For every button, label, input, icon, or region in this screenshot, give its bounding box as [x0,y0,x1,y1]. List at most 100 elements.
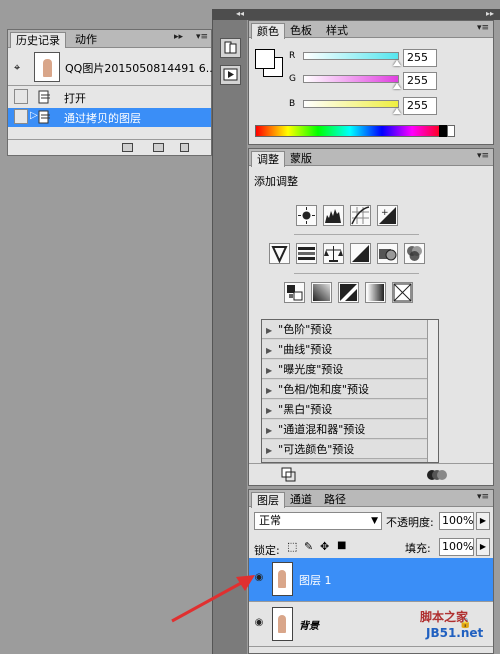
panel-menu-icon[interactable]: ▾≡ [196,32,208,42]
black-swatch[interactable] [439,125,447,137]
adjust-title: 添加调整 [254,175,298,188]
eye-icon[interactable]: ◉ [252,617,266,631]
history-dock-icon[interactable] [220,38,241,58]
trash-icon[interactable] [180,143,189,152]
red-value-field[interactable]: 255 [403,49,437,67]
fill-field[interactable]: 100% [439,538,474,556]
expand-triangle-icon[interactable]: ▶ [266,346,272,355]
tab-history[interactable]: 历史记录 [10,32,66,48]
exposure-icon[interactable]: + [377,205,398,226]
lock-all-icon[interactable]: ■ [337,540,346,551]
brightness-contrast-icon[interactable] [296,205,317,226]
layer-row-layer1[interactable]: ◉ 图层 1 [249,558,493,602]
tab-color[interactable]: 颜色 [251,23,285,39]
actions-dock-icon[interactable] [220,65,241,85]
channel-label: B [289,99,296,109]
photo-filter-icon[interactable] [377,243,398,264]
green-slider-thumb[interactable] [393,83,401,89]
history-snapshot[interactable]: ⌖ QQ图片2015050814491 6.... [8,49,220,86]
foreground-color-swatch[interactable] [255,49,275,69]
layer-name[interactable]: 图层 1 [299,572,332,588]
lock-transparent-icon[interactable]: ⬚ [287,540,297,553]
history-tab-bar: 历史记录 动作 ▸▸ ▾≡ [8,30,211,48]
tab-actions[interactable]: 动作 [70,32,102,48]
layer-name[interactable]: 背景 [299,617,319,632]
tab-channels[interactable]: 通道 [285,492,317,508]
panel-menu-icon[interactable]: ▾≡ [477,492,489,502]
history-source-box[interactable] [14,89,28,104]
history-source-box[interactable] [14,109,28,124]
threshold-icon[interactable] [338,282,359,303]
eye-icon[interactable]: ◉ [252,572,266,586]
lock-position-icon[interactable]: ✥ [320,540,329,553]
vibrance-icon[interactable] [269,243,290,264]
green-slider[interactable] [303,75,399,83]
tab-paths[interactable]: 路径 [319,492,351,508]
preset-scrollbar[interactable] [427,320,438,462]
expand-triangle-icon[interactable]: ▶ [266,406,272,415]
posterize-icon[interactable] [311,282,332,303]
tab-adjustments[interactable]: 调整 [251,151,285,167]
opacity-slider-button[interactable]: ▶ [476,512,490,530]
opacity-label: 不透明度: [386,516,434,529]
preset-exposure[interactable]: ▶ "曝光度"预设 [262,360,427,379]
preset-list: ▶ "色阶"预设 ▶ "曲线"预设 ▶ "曝光度"预设 ▶ "色相/饱和度"预设 ▶ "黑… [261,319,439,463]
expand-triangle-icon[interactable]: ▶ [266,446,272,455]
black-white-icon[interactable] [350,243,371,264]
icon-dock [212,20,247,654]
expand-dock-icon[interactable]: ▸▸ [486,9,494,18]
preset-channel-mixer[interactable]: ▶ "通道混和器"预设 [262,420,427,439]
expand-triangle-icon[interactable]: ▶ [266,386,272,395]
new-snapshot-icon[interactable] [153,143,164,152]
curves-icon[interactable] [350,205,371,226]
lock-image-icon[interactable]: ✎ [304,540,313,553]
blue-slider-thumb[interactable] [393,108,401,114]
snapshot-brush-icon: ⌖ [14,61,21,74]
history-state-marker-icon: ▷ [30,110,38,121]
clip-to-layer-icon[interactable] [281,467,296,482]
history-item-duplicate-layer[interactable]: ▷ 通过拷贝的图层 [8,108,211,127]
red-slider-thumb[interactable] [393,60,401,66]
blue-slider[interactable] [303,100,399,108]
white-swatch[interactable] [447,125,455,137]
collapse-dock-icon[interactable]: ◂◂ [236,9,244,18]
hue-saturation-icon[interactable] [296,243,317,264]
channel-mixer-icon[interactable] [404,243,425,264]
red-slider[interactable] [303,52,399,60]
svg-text:+: + [381,208,389,218]
color-spectrum-bar[interactable] [255,125,445,137]
divider [294,273,419,274]
fill-slider-button[interactable]: ▶ [476,538,490,556]
history-item-open[interactable]: 打开 [8,88,211,107]
tab-swatches[interactable]: 色板 [285,23,317,39]
levels-icon[interactable] [323,205,344,226]
expand-triangle-icon[interactable]: ▶ [266,326,272,335]
visibility-circles-icon[interactable] [427,467,447,482]
watermark-text: 脚本之家 [420,610,469,624]
blend-mode-select[interactable]: 正常 ▼ [254,512,382,530]
preset-levels[interactable]: ▶ "色阶"预设 [262,320,427,339]
color-balance-icon[interactable] [323,243,344,264]
tab-layers[interactable]: 图层 [251,492,285,508]
adjustments-panel: 调整 蒙版 ▾≡ 添加调整 + ▶ "色阶"预设 ▶ "曲线"预设 ▶ "曝光度"预设… [248,148,494,486]
gradient-map-icon[interactable] [365,282,386,303]
panel-menu-icon[interactable]: ▾≡ [477,151,489,161]
panel-dock-header [212,9,500,20]
preset-selective-color[interactable]: ▶ "可选颜色"预设 [262,440,427,459]
green-value-field[interactable]: 255 [403,72,437,90]
new-document-from-state-icon[interactable] [122,143,133,152]
adjust-footer [249,463,493,485]
expand-triangle-icon[interactable]: ▶ [266,426,272,435]
selective-color-icon[interactable] [392,282,413,303]
tab-masks[interactable]: 蒙版 [285,151,317,167]
expand-triangle-icon[interactable]: ▶ [266,366,272,375]
blue-value-field[interactable]: 255 [403,97,437,115]
tab-styles[interactable]: 样式 [321,23,353,39]
invert-icon[interactable] [284,282,305,303]
panel-menu-icon[interactable]: ▾≡ [477,23,489,33]
opacity-field[interactable]: 100% [439,512,474,530]
preset-black-white[interactable]: ▶ "黑白"预设 [262,400,427,419]
collapse-panel-icon[interactable]: ▸▸ [174,32,183,42]
preset-hue-saturation[interactable]: ▶ "色相/饱和度"预设 [262,380,427,399]
preset-curves[interactable]: ▶ "曲线"预设 [262,340,427,359]
